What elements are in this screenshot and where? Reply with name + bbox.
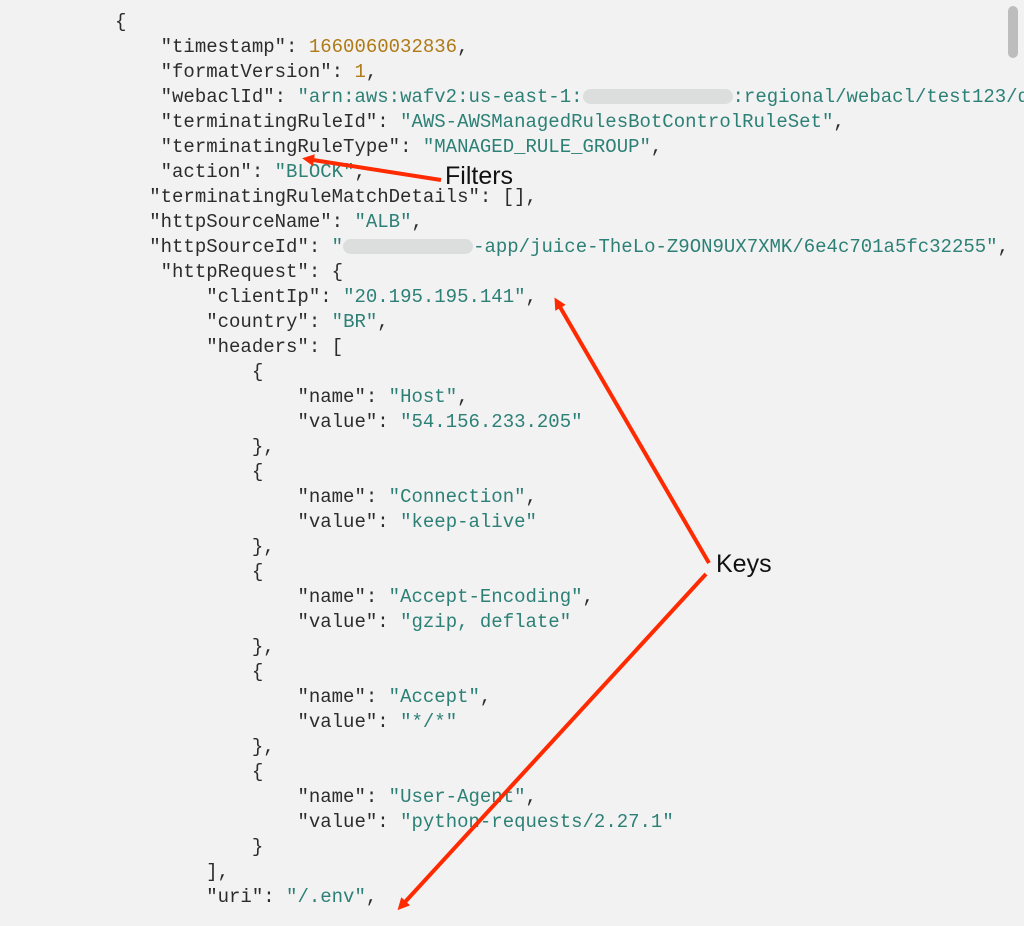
header-0-value: 54.156.233.205 xyxy=(411,411,571,433)
value-action: BLOCK xyxy=(286,161,343,183)
value-httpSourceName: ALB xyxy=(366,211,400,233)
header-0-name: Host xyxy=(400,386,446,408)
header-2-value: gzip, deflate xyxy=(411,611,559,633)
header-4-value: python-requests/2.27.1 xyxy=(411,811,662,833)
json-log-block: { "timestamp": 1660060032836, "formatVer… xyxy=(0,10,1024,910)
header-1-value: keep-alive xyxy=(411,511,525,533)
header-3-value: */* xyxy=(411,711,445,733)
header-3-name: Accept xyxy=(400,686,468,708)
annotation-filters: Filters xyxy=(445,162,513,191)
redacted-source xyxy=(343,239,473,254)
redacted-account xyxy=(583,89,733,104)
value-timestamp: 1660060032836 xyxy=(309,36,457,58)
value-terminatingRuleId: AWS-AWSManagedRulesBotControlRuleSet xyxy=(411,111,821,133)
value-terminatingRuleType: MANAGED_RULE_GROUP xyxy=(434,136,639,158)
value-webaclId-suffix: :regional/webacl/test123/d5898 xyxy=(733,86,1024,108)
header-1-name: Connection xyxy=(400,486,514,508)
header-4-name: User-Agent xyxy=(400,786,514,808)
value-country: BR xyxy=(343,311,366,333)
scrollbar-thumb[interactable] xyxy=(1008,6,1018,58)
header-2-name: Accept-Encoding xyxy=(400,586,571,608)
value-httpSourceId-suffix: -app/juice-TheLo-Z9ON9UX7XMK/6e4c701a5fc… xyxy=(473,236,986,258)
value-webaclId-prefix: arn:aws:wafv2:us-east-1: xyxy=(309,86,583,108)
value-uri: /.env xyxy=(297,886,354,908)
value-formatVersion: 1 xyxy=(354,61,365,83)
value-clientIp: 20.195.195.141 xyxy=(354,286,514,308)
annotation-keys: Keys xyxy=(716,550,772,579)
